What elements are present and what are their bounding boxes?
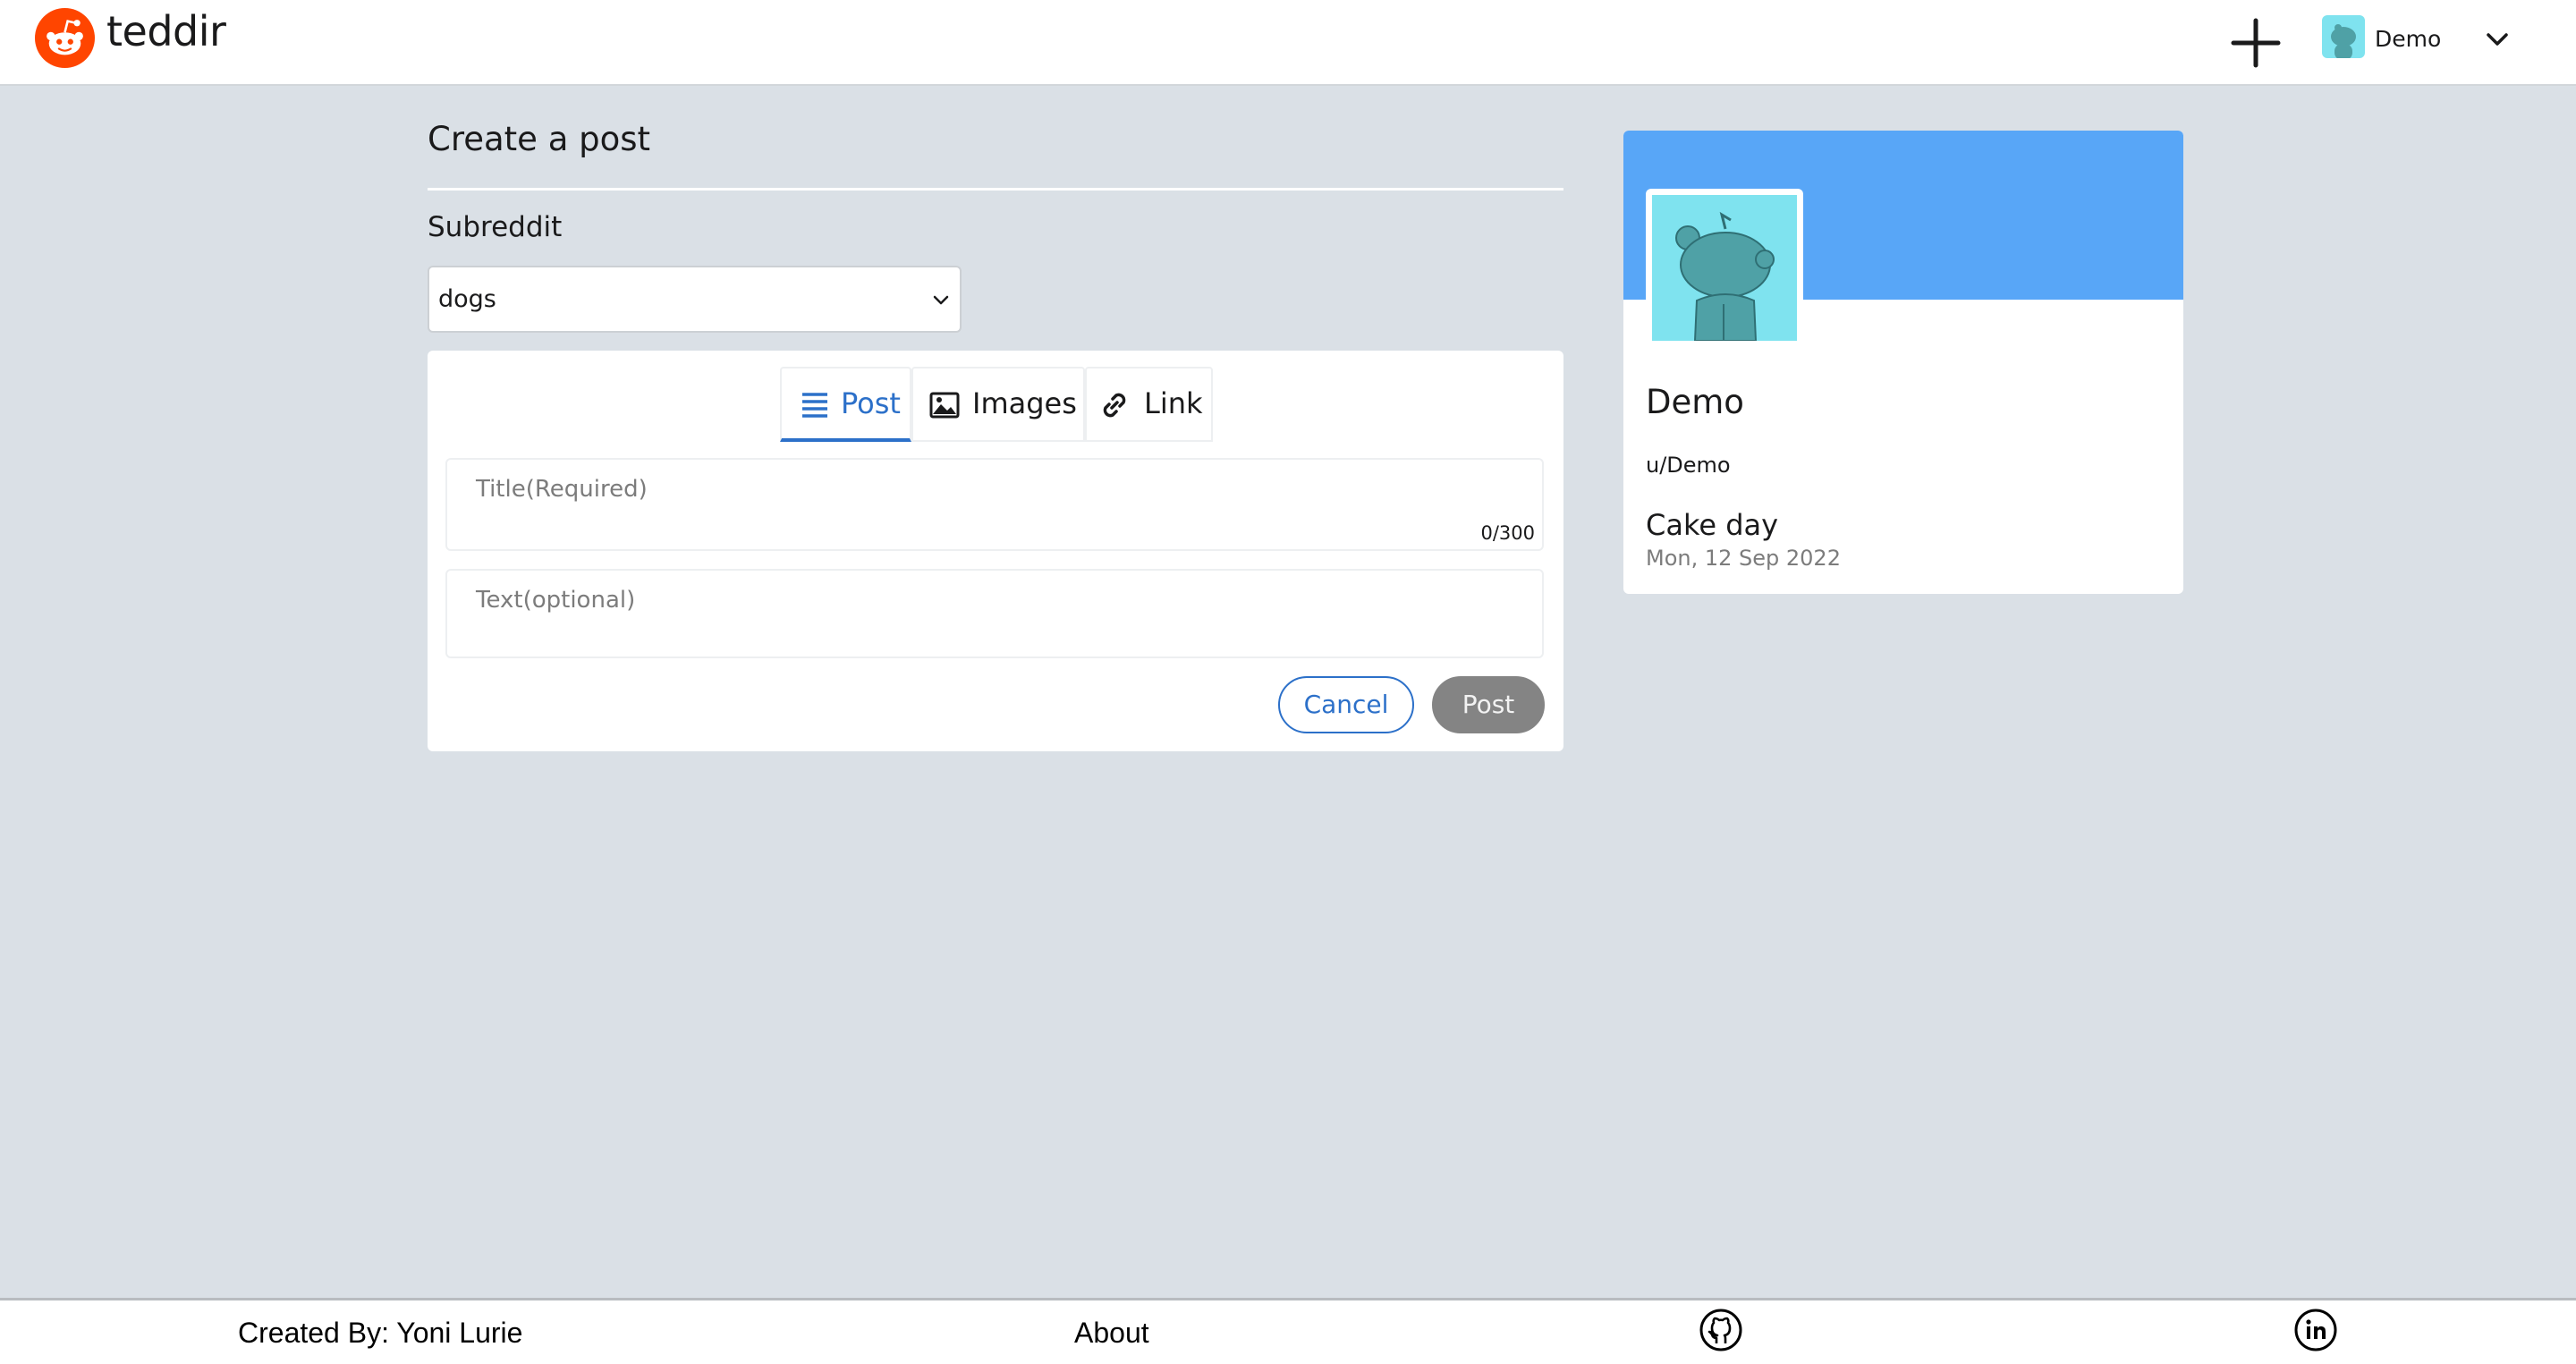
snoo-avatar-icon (2331, 24, 2356, 58)
text-input[interactable]: Text(optional) (445, 569, 1544, 658)
profile-avatar-frame (1646, 189, 1803, 341)
snoo-logo-icon[interactable] (35, 8, 95, 68)
title-input[interactable]: Title(Required) 0/300 (445, 458, 1544, 551)
cake-day-date: Mon, 12 Sep 2022 (1646, 546, 1841, 571)
image-icon (929, 392, 960, 419)
app-name[interactable]: teddir (106, 7, 226, 55)
chevron-down-icon (933, 295, 949, 305)
tab-images[interactable]: Images (911, 367, 1085, 442)
tab-post[interactable]: Post (780, 367, 911, 442)
tab-label: Post (841, 386, 901, 420)
divider (428, 188, 1563, 191)
footer-about-link[interactable]: About (1074, 1317, 1149, 1350)
cake-day-label: Cake day (1646, 508, 1779, 542)
profile-card: Demo u/Demo Cake day Mon, 12 Sep 2022 (1623, 131, 2183, 594)
text-placeholder: Text(optional) (476, 587, 636, 614)
tab-link[interactable]: Link (1085, 367, 1213, 442)
post-editor-card: Post Images Link Title(Required) 0/300 T… (428, 351, 1563, 751)
subreddit-label: Subreddit (428, 211, 563, 243)
plus-icon[interactable] (2230, 17, 2282, 69)
profile-handle[interactable]: u/Demo (1646, 453, 1731, 478)
post-button[interactable]: Post (1432, 676, 1545, 733)
profile-display-name: Demo (1646, 383, 1744, 421)
chevron-down-icon[interactable] (2483, 25, 2512, 54)
footer-credit: Created By: Yoni Lurie (238, 1317, 523, 1349)
cancel-button[interactable]: Cancel (1278, 676, 1414, 733)
tab-label: Images (972, 386, 1077, 420)
title-char-counter: 0/300 (1480, 522, 1535, 544)
footer: Created By: Yoni Lurie About (0, 1298, 2576, 1364)
link-icon (1103, 393, 1126, 418)
title-placeholder: Title(Required) (476, 476, 648, 503)
avatar[interactable] (2322, 15, 2365, 58)
text-lines-icon (802, 393, 827, 418)
avatar (1652, 195, 1797, 341)
subreddit-selected-value: dogs (438, 285, 496, 313)
top-navbar: teddir Demo (0, 0, 2576, 86)
page-title: Create a post (428, 120, 651, 158)
subreddit-select[interactable]: dogs (428, 266, 962, 333)
github-icon[interactable] (1699, 1308, 1743, 1352)
linkedin-icon[interactable] (2293, 1308, 2338, 1352)
tab-label: Link (1144, 386, 1203, 420)
header-username[interactable]: Demo (2375, 26, 2441, 52)
snoo-avatar-icon (1675, 211, 1775, 341)
